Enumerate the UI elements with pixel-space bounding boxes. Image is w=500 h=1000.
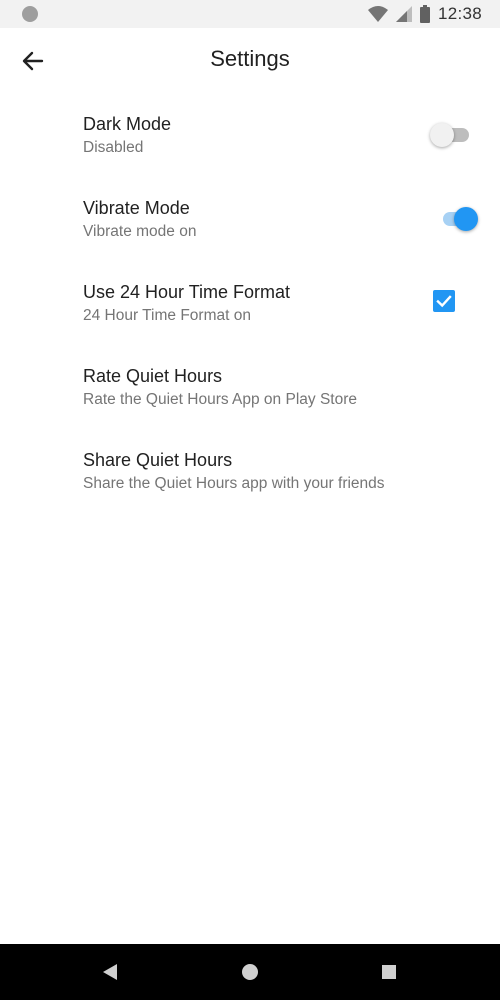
setting-subtitle: Share the Quiet Hours app with your frie…: [83, 475, 385, 492]
settings-list: Dark Mode Disabled Vibrate Mode Vibrate …: [0, 94, 500, 514]
notification-dot-icon: [22, 6, 38, 22]
cell-signal-icon: [395, 6, 412, 22]
settings-screen: 12:38 Settings Dark Mode Disabled Vibrat…: [0, 0, 500, 1000]
status-bar: 12:38: [0, 0, 500, 28]
system-nav-bar: [0, 944, 500, 1000]
square-recents-icon: [382, 965, 396, 979]
setting-row-vibrate-mode[interactable]: Vibrate Mode Vibrate mode on: [0, 178, 500, 262]
setting-title: Rate Quiet Hours: [83, 366, 223, 386]
setting-title: Share Quiet Hours: [83, 450, 233, 470]
24-hour-format-checkbox[interactable]: [433, 290, 455, 312]
app-bar: Settings: [0, 28, 500, 94]
setting-subtitle: Disabled: [83, 139, 144, 156]
setting-row-24-hour-format[interactable]: Use 24 Hour Time Format 24 Hour Time For…: [0, 262, 500, 346]
nav-home-button[interactable]: [236, 958, 264, 986]
vibrate-mode-switch[interactable]: [440, 202, 480, 236]
setting-title: Vibrate Mode: [83, 198, 190, 218]
setting-subtitle: Vibrate mode on: [83, 223, 197, 240]
switch-thumb: [454, 207, 478, 231]
status-icons: 12:38: [367, 0, 482, 28]
wifi-icon: [367, 6, 388, 22]
setting-title: Dark Mode: [83, 114, 172, 134]
checkmark-icon: [436, 295, 452, 308]
setting-subtitle: 24 Hour Time Format on: [83, 307, 251, 324]
page-title: Settings: [210, 46, 290, 71]
triangle-back-icon: [103, 964, 117, 980]
battery-icon: [419, 5, 430, 23]
setting-title: Use 24 Hour Time Format: [83, 282, 291, 302]
nav-recents-button[interactable]: [375, 958, 403, 986]
setting-row-rate-app[interactable]: Rate Quiet Hours Rate the Quiet Hours Ap…: [0, 346, 500, 430]
circle-home-icon: [242, 964, 258, 980]
setting-row-dark-mode[interactable]: Dark Mode Disabled: [0, 94, 500, 178]
switch-thumb: [430, 123, 454, 147]
nav-back-button[interactable]: [96, 958, 124, 986]
setting-subtitle: Rate the Quiet Hours App on Play Store: [83, 391, 357, 408]
status-time: 12:38: [437, 4, 482, 23]
dark-mode-switch[interactable]: [430, 118, 472, 152]
setting-row-share-app[interactable]: Share Quiet Hours Share the Quiet Hours …: [0, 430, 500, 514]
